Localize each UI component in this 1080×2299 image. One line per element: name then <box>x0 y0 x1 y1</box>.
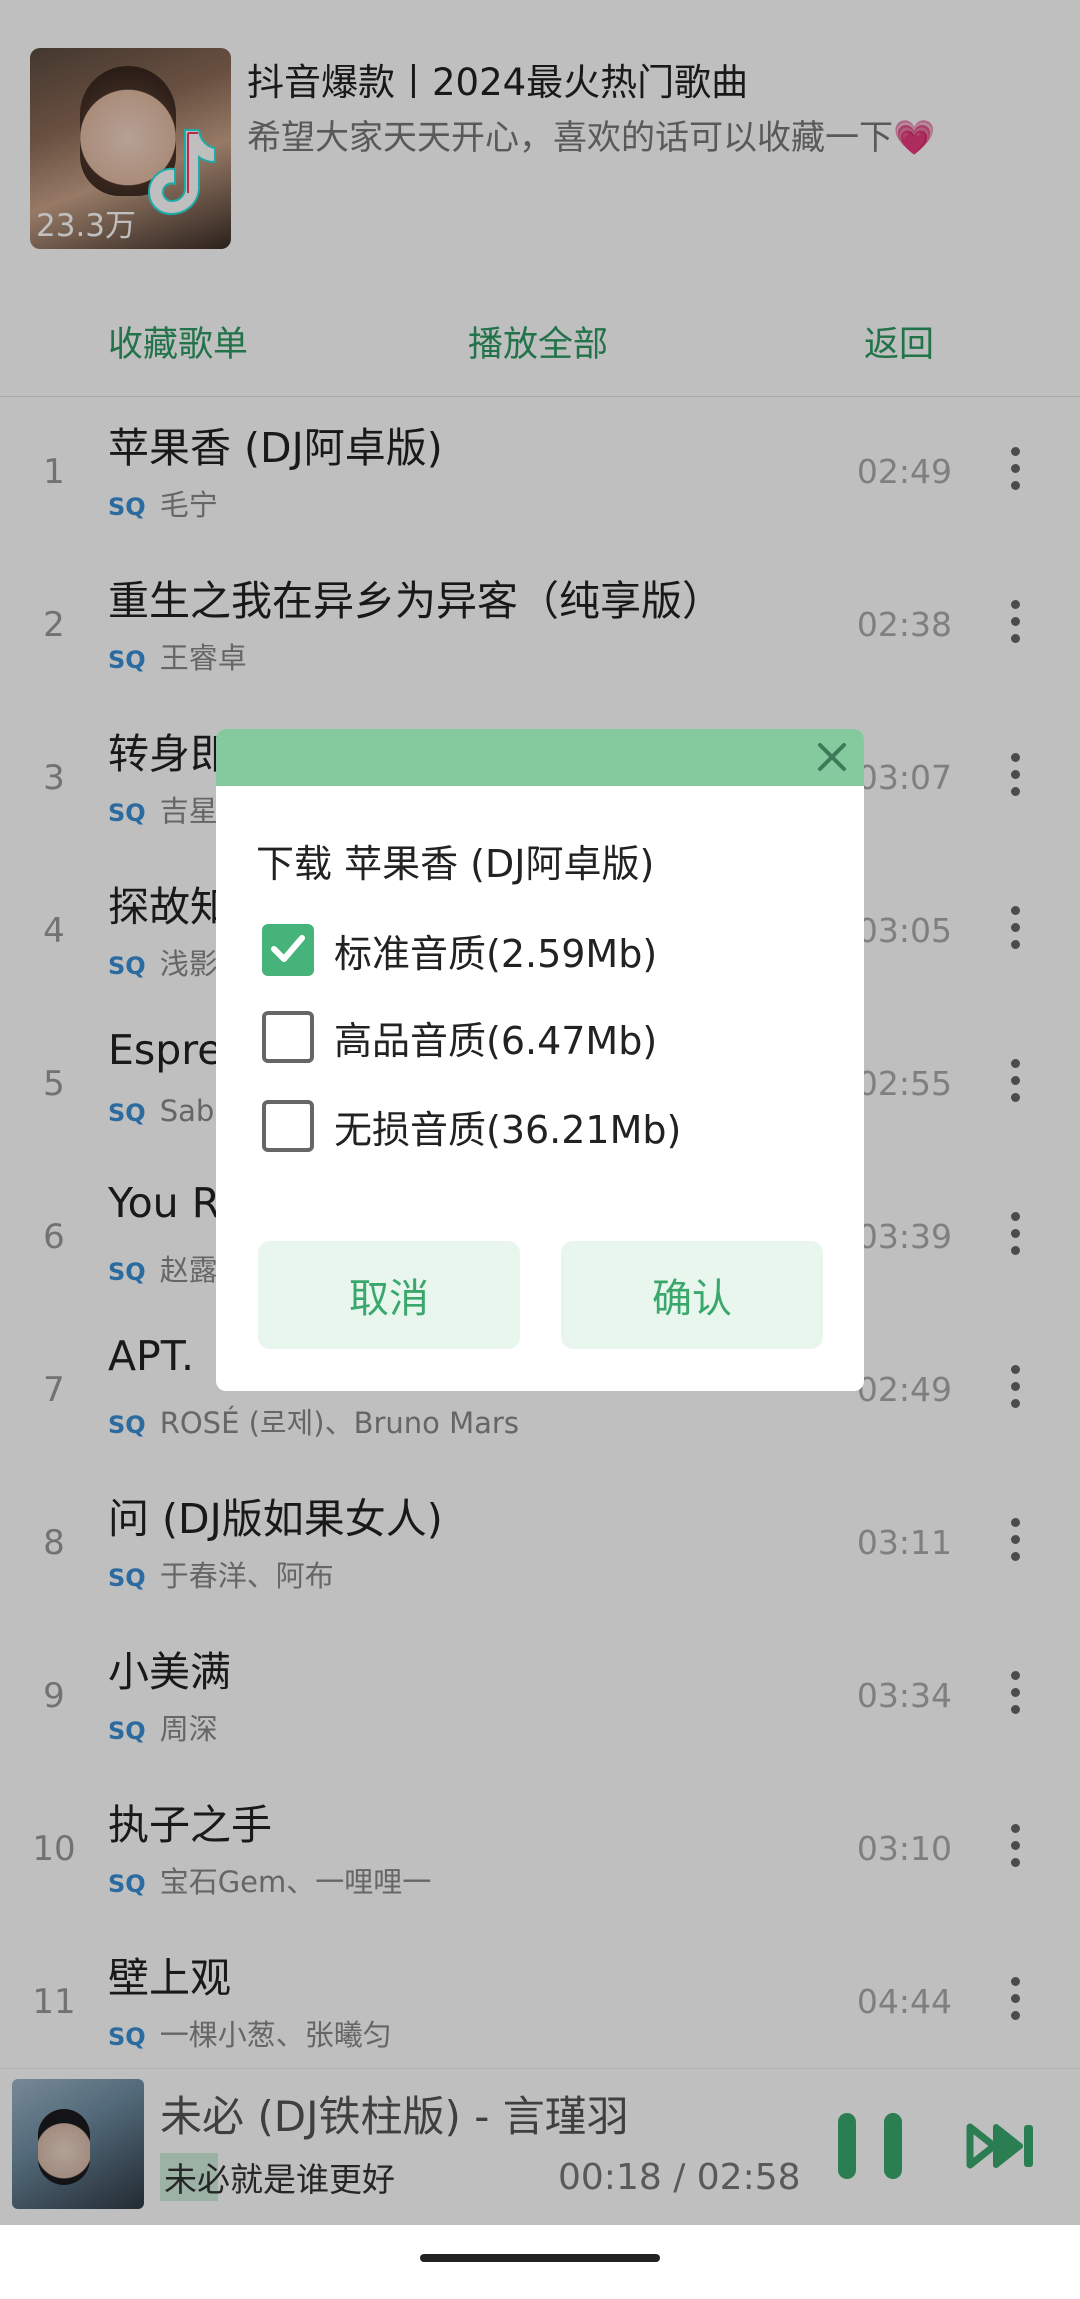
cancel-button[interactable]: 取消 <box>258 1241 520 1349</box>
confirm-button[interactable]: 确认 <box>561 1241 823 1349</box>
checkbox-unchecked-icon[interactable] <box>262 1100 314 1152</box>
option-label: 标准音质(2.59Mb) <box>334 931 658 976</box>
quality-option-lossless[interactable]: 无损音质(36.21Mb) <box>262 1098 681 1154</box>
checkbox-unchecked-icon[interactable] <box>262 1011 314 1063</box>
quality-option-high[interactable]: 高品音质(6.47Mb) <box>262 1009 657 1065</box>
close-icon[interactable] <box>810 735 854 779</box>
option-label: 无损音质(36.21Mb) <box>334 1107 682 1152</box>
dialog-title: 下载 苹果香 (DJ阿卓版) <box>256 842 655 886</box>
quality-option-standard[interactable]: 标准音质(2.59Mb) <box>262 922 657 978</box>
checkbox-checked-icon[interactable] <box>262 924 314 976</box>
home-indicator[interactable] <box>420 2254 660 2262</box>
download-dialog: 下载 苹果香 (DJ阿卓版) 标准音质(2.59Mb) 高品音质(6.47Mb)… <box>216 729 864 1391</box>
option-label: 高品音质(6.47Mb) <box>334 1018 658 1063</box>
dialog-header <box>216 729 864 786</box>
